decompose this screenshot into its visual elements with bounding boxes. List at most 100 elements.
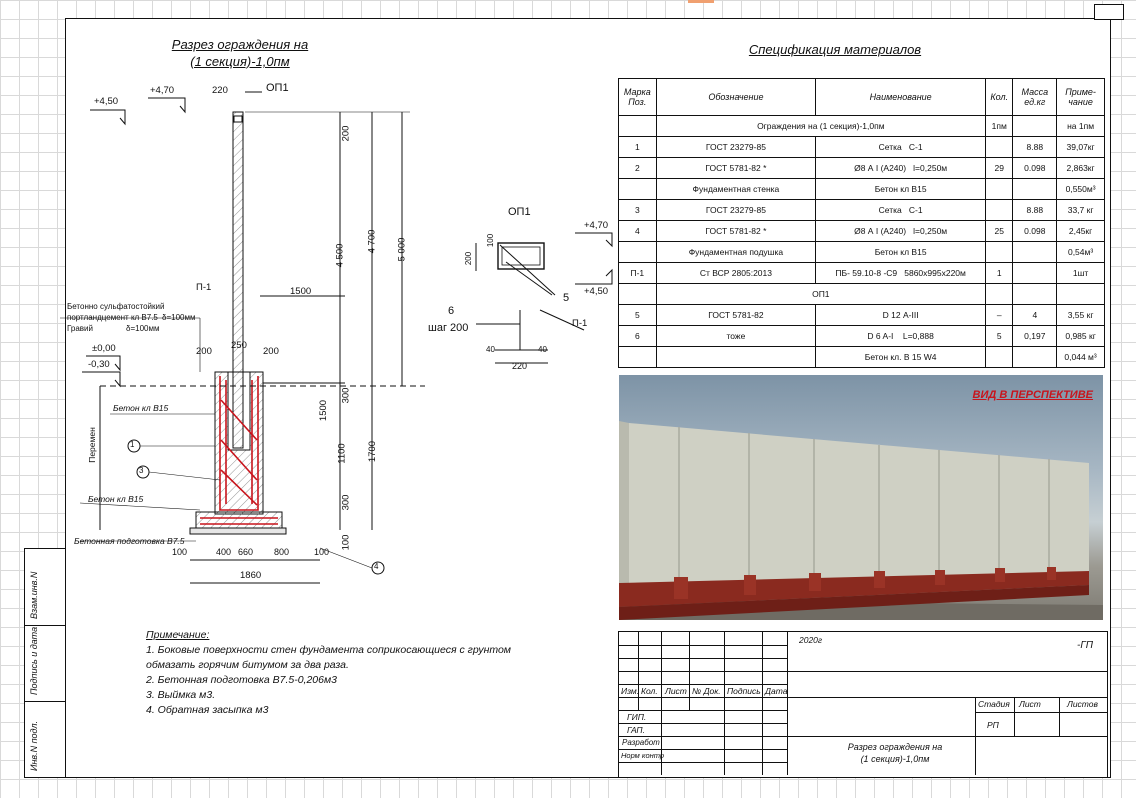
dim-200-top: 200 [340, 125, 352, 142]
dim-4700: 4 700 [366, 229, 378, 254]
stamp-col-sign: Подпись [727, 686, 761, 696]
spec-cell: 0.098 [1012, 220, 1058, 242]
stamp-col-date: Дата [765, 686, 788, 696]
spec-cell: 8.88 [1012, 136, 1058, 158]
spec-h-mark: Марка Поз. [618, 78, 657, 116]
spec-cell: 2 [618, 157, 657, 179]
spec-text: С-1 [908, 205, 923, 215]
spec-text: l=0,250м [913, 163, 948, 173]
spec-table: Марка Поз. Обозначение Наименование Кол.… [618, 78, 1105, 368]
spec-cell: П-1 [618, 262, 657, 284]
spec-h-mass: Масса ед.кг [1012, 78, 1058, 116]
spec-cell: 39,07кг [1056, 136, 1105, 158]
dim-5000: 5 000 [396, 237, 408, 262]
table-row: 1 ГОСТ 23279-85 Сетка С-1 8.88 39,07кг [618, 136, 1105, 158]
stamp-sheet-h: Лист [1019, 699, 1041, 709]
spec-h-qty: Кол. [985, 78, 1014, 116]
spec-cell: 3,55 кг [1056, 304, 1105, 326]
spec-cell [985, 136, 1014, 158]
notes-block: Примечание: 1. Боковые поверхности стен … [146, 628, 511, 718]
note-line-1b: обмазать горячим битумом за два раза. [146, 659, 349, 671]
spec-cell: 0,550м³ [1056, 178, 1105, 200]
concrete-prep [189, 527, 287, 535]
stamp-stage: РП [987, 720, 999, 730]
stamp-title-line2: (1 секция)-1,0пм [860, 754, 930, 764]
stamp-stage-h: Стадия [978, 699, 1010, 709]
spec-cell: 2,863кг [1056, 157, 1105, 179]
spec-cell: ГОСТ 5781-82 [655, 304, 817, 326]
dim-1500-v: 1500 [318, 399, 330, 422]
spec-cell: 0,54м³ [1056, 241, 1105, 263]
spec-cell: 0,197 [1012, 325, 1058, 347]
label-p1-detail: П-1 [572, 318, 588, 329]
elev-450-detail: +4,50 [584, 286, 609, 297]
dim-4500: 4 500 [334, 243, 346, 268]
spec-text: l=0,250м [913, 226, 948, 236]
stamp-title: Разрез ограждения на (1 секция)-1,0пм [815, 741, 975, 765]
spec-cell: 3 [618, 199, 657, 221]
label-op1: ОП1 [266, 82, 289, 94]
table-row: Ограждения на (1 секция)-1,0пм 1пм на 1пм [618, 115, 1105, 137]
spec-cell: Бетон кл. В 15 W4 [815, 346, 987, 368]
spec-cell: 25 [985, 220, 1014, 242]
stamp-col-doc: № Док. [692, 686, 721, 696]
label-gravel: Гравий [67, 324, 93, 333]
spec-cell: Фундаментная стенка [655, 178, 817, 200]
table-row: Фундаментная стенка Бетон кл B15 0,550м³ [618, 178, 1105, 200]
dim-100-v: 100 [340, 534, 352, 551]
spec-cell [1012, 262, 1058, 284]
perspective-label: ВИД В ПЕРСПЕКТИВЕ [972, 389, 1093, 401]
elev-470-left: +4,70 [150, 85, 175, 96]
spec-cell: 6 [618, 325, 657, 347]
spec-cell-name: Сетка С-1 [815, 199, 987, 221]
spec-cell: Фундаментная подушка [655, 241, 817, 263]
label-beton-b15-lower: Бетон кл B15 [88, 494, 144, 504]
dim-1860: 1860 [240, 570, 262, 581]
table-row: Бетон кл. В 15 W4 0,044 м³ [618, 346, 1105, 368]
note-line-3: 3. Выймка м3. [146, 689, 216, 701]
spec-cell-name: Ø8 А I (А240) l=0,250м [815, 157, 987, 179]
label-step: шаг 200 [428, 322, 469, 334]
dim-250: 250 [231, 340, 247, 351]
spec-cell: – [985, 304, 1014, 326]
stamp-col-izm: Изм. [621, 686, 640, 696]
dim-100-detail: 100 [486, 233, 496, 248]
dim-200-detail: 200 [464, 251, 474, 266]
table-row: П-1 Ст ВСР 2805:2013 ПБ- 59.10-8 -С9 5860х… [618, 262, 1105, 284]
spec-text: 5860х995х220м [904, 268, 966, 278]
spec-cell: 0.098 [1012, 157, 1058, 179]
spec-cell-name: Ø8 А I (А240) l=0,250м [815, 220, 987, 242]
table-row: 5 ГОСТ 5781-82 D 12 А-III –4 3,55 кг [618, 304, 1105, 326]
elev-470-detail: +4,70 [584, 220, 609, 231]
stamp-col-kol: Кол. [641, 686, 658, 696]
spec-h-note: Приме-чание [1056, 78, 1105, 116]
dim-100-b: 100 [172, 547, 188, 557]
spec-cell: ОП1 [655, 283, 987, 305]
spec-cell: 1пм [985, 115, 1014, 137]
label-beton-b15-upper: Бетон кл B15 [113, 403, 169, 413]
label-portland: портландцемент кл В7.5 [67, 313, 158, 322]
spec-cell: тоже [655, 325, 817, 347]
spec-cell: ГОСТ 23279-85 [655, 199, 817, 221]
dim-100-r: 100 [314, 547, 330, 557]
elev-030: -0,30 [88, 359, 110, 370]
stamp-row-gap: ГАП. [627, 725, 645, 735]
dim-1100: 1100 [336, 443, 348, 464]
perspective-render: ВИД В ПЕРСПЕКТИВЕ [619, 375, 1103, 620]
dim-40-right: 40 [538, 345, 547, 354]
spec-cell: ГОСТ 23279-85 [655, 136, 817, 158]
spec-cell: 5 [618, 304, 657, 326]
dim-660: 660 [238, 547, 254, 557]
spec-cell: Ст ВСР 2805:2013 [655, 262, 817, 284]
spec-cell: 8.88 [1012, 199, 1058, 221]
stamp-year: 2020г [799, 635, 823, 645]
spec-text: С-1 [908, 142, 923, 152]
spec-cell: Бетон кл B15 [815, 178, 987, 200]
label-op1-detail: ОП1 [508, 206, 531, 218]
table-row: 6 тоже D 6 A-I L=0,888 5 0,197 0,985 кг [618, 325, 1105, 347]
title-block: 2020г -ГП Изм. Кол. Лист № Док. Подпись … [618, 631, 1108, 778]
label-peremen: Перемен [86, 427, 97, 463]
spec-text: Сетка [878, 205, 902, 215]
spec-cell: 1шт [1056, 262, 1105, 284]
spec-header-row: Марка Поз. Обозначение Наименование Кол.… [618, 78, 1105, 116]
